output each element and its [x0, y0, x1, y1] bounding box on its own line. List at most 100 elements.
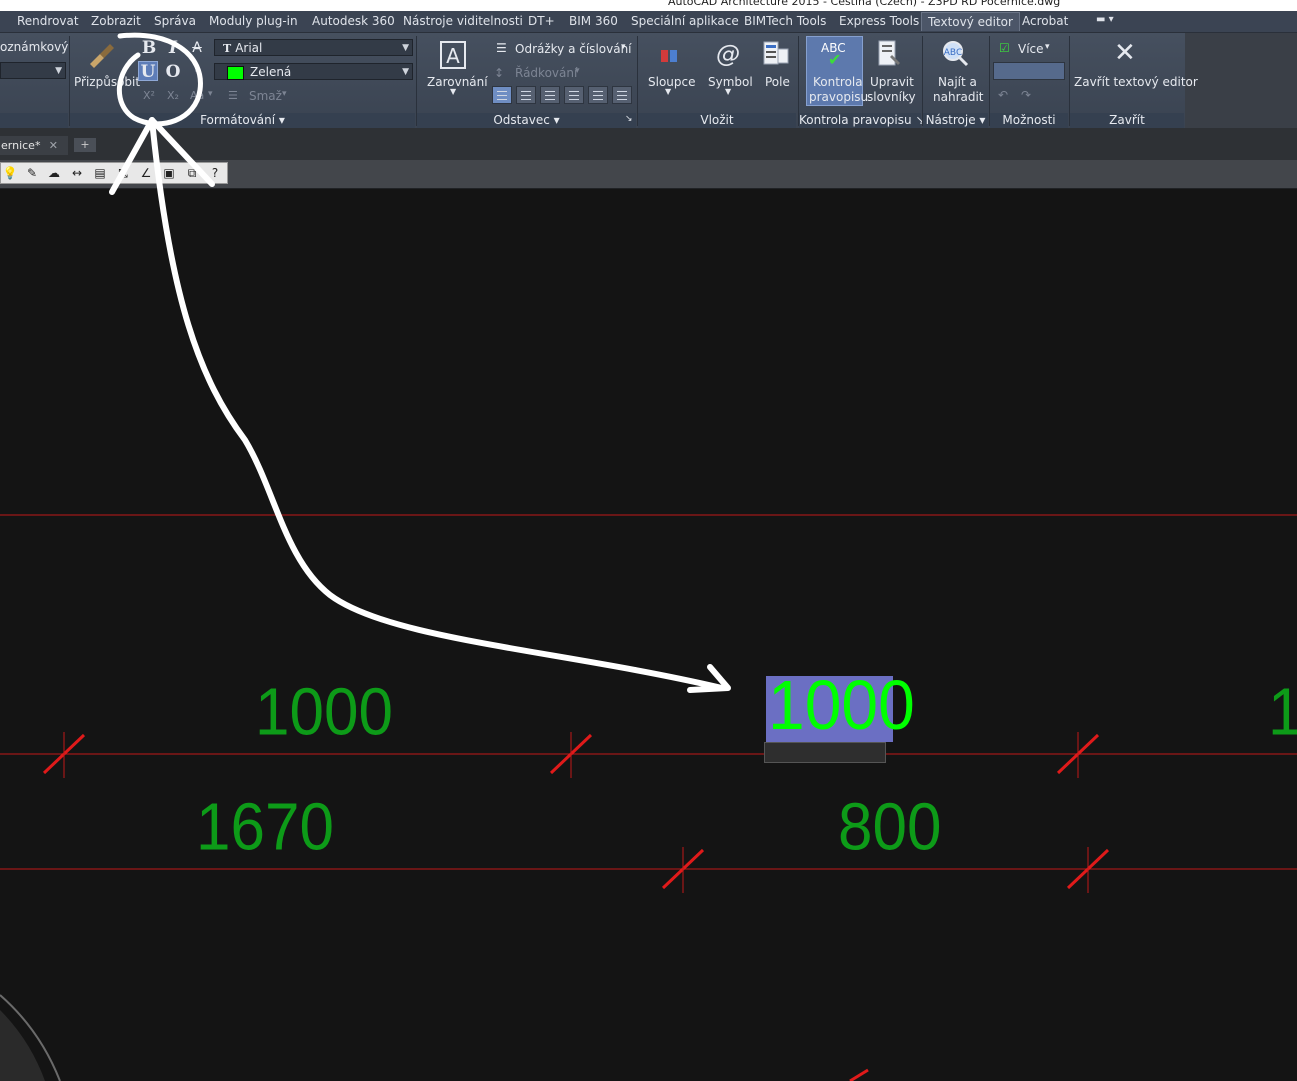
superscript-button[interactable]: X²: [143, 89, 155, 102]
justification-icon[interactable]: A: [439, 40, 467, 70]
align-justify-icon[interactable]: [588, 86, 608, 104]
tools-panel-label[interactable]: Nástroje ▾: [923, 113, 988, 128]
line-spacing-dropdown-icon[interactable]: ▾: [575, 66, 580, 76]
bullets-dropdown-icon[interactable]: ▾: [621, 42, 626, 52]
window-title: AutoCAD Architecture 2015 - Čeština (Cze…: [668, 0, 1061, 8]
oblique-icon[interactable]: ᵃ: [187, 62, 207, 82]
tab-express-tools[interactable]: Express Tools: [839, 14, 919, 28]
tab-rendrovat[interactable]: Rendrovat: [17, 14, 79, 28]
columns-icon[interactable]: [658, 42, 680, 68]
document-tab-label: ernice*: [1, 139, 41, 152]
field-icon[interactable]: [762, 39, 790, 69]
ribbon-toggle-icon[interactable]: ▬ ▾: [1096, 14, 1114, 25]
bold-button[interactable]: B: [139, 38, 159, 58]
columns-dropdown-icon[interactable]: ▼: [665, 87, 671, 96]
more-options-icon[interactable]: ☑: [999, 41, 1010, 55]
justification-button[interactable]: Zarovnání: [427, 75, 488, 89]
find-replace-icon[interactable]: ABC: [940, 39, 970, 69]
drawing-canvas[interactable]: [0, 189, 1297, 1081]
change-case-button[interactable]: Aa: [190, 89, 204, 102]
dimension-text[interactable]: 800: [838, 794, 941, 862]
more-options-button[interactable]: Více: [1018, 42, 1044, 56]
tab-autodesk-360[interactable]: Autodesk 360: [312, 14, 395, 28]
cloud-icon[interactable]: ☁: [46, 165, 62, 181]
edit-dictionaries-label-2[interactable]: slovníky: [867, 90, 916, 104]
paragraph-panel-label[interactable]: Odstavec ▾: [417, 113, 636, 128]
tab-dt-plus[interactable]: DT+: [528, 14, 555, 28]
wand-icon[interactable]: ✎: [24, 165, 40, 181]
find-replace-label-2[interactable]: nahradit: [933, 90, 984, 104]
tab-zobrazit[interactable]: Zobrazit: [91, 14, 141, 28]
field-button[interactable]: Pole: [765, 75, 790, 89]
edit-dictionaries-label-1[interactable]: Upravit: [870, 75, 914, 89]
columns-button[interactable]: Sloupce: [648, 75, 696, 89]
dimension-text[interactable]: 1000: [255, 679, 393, 747]
font-combo[interactable]: T Arial ▼: [214, 39, 413, 56]
ruler-button[interactable]: [993, 62, 1065, 80]
tab-specialni-aplikace[interactable]: Speciální aplikace: [631, 14, 739, 28]
mtext-editor-frame[interactable]: [764, 742, 886, 763]
dimension-icon[interactable]: ↔: [69, 165, 85, 181]
dimension-text[interactable]: 1: [1268, 679, 1297, 747]
style-panel-label: [0, 113, 68, 128]
edit-dictionaries-icon[interactable]: [876, 39, 902, 69]
spell-check-panel-label[interactable]: Kontrola pravopisu ↘: [799, 113, 925, 128]
color-value: Zelená: [250, 65, 292, 79]
text-height-combo[interactable]: ▼: [0, 62, 66, 79]
scale-icon[interactable]: ⤡: [115, 165, 131, 181]
match-formatting-label[interactable]: Přizpůsobit: [74, 75, 140, 89]
document-tab[interactable]: ernice* ✕: [0, 136, 68, 155]
align-right-icon[interactable]: [564, 86, 584, 104]
clear-dropdown-icon[interactable]: ▾: [282, 89, 287, 99]
mtext-editor-text[interactable]: 1000: [768, 670, 915, 739]
light-bulb-icon[interactable]: 💡: [2, 165, 18, 181]
symbol-icon[interactable]: @: [716, 40, 740, 68]
redo-icon[interactable]: ↷: [1021, 88, 1031, 102]
help-icon[interactable]: ?: [207, 165, 223, 181]
match-brush-icon[interactable]: [86, 40, 120, 68]
underline-button[interactable]: U: [138, 61, 158, 82]
new-tab-icon[interactable]: +: [74, 138, 96, 152]
layers-icon[interactable]: ▣: [161, 165, 177, 181]
clipboard-icon[interactable]: ▤: [92, 165, 108, 181]
line-spacing-icon[interactable]: ↕: [494, 66, 504, 80]
clear-formatting-button[interactable]: Smaž: [249, 89, 282, 103]
undo-icon[interactable]: ↶: [998, 88, 1008, 102]
paragraph-dialog-launcher-icon[interactable]: ↘: [625, 114, 633, 124]
bullets-button[interactable]: Odrážky a číslování: [515, 42, 632, 56]
tab-moduly-plug-in[interactable]: Moduly plug-in: [209, 14, 298, 28]
close-text-editor-button[interactable]: Zavřít textový editor: [1074, 75, 1198, 89]
color-combo[interactable]: Zelená ▼: [214, 63, 413, 80]
tab-bim-360[interactable]: BIM 360: [569, 14, 618, 28]
truetype-font-icon: T: [223, 42, 232, 55]
align-distribute-icon[interactable]: [612, 86, 632, 104]
strikethrough-button[interactable]: A: [187, 38, 207, 58]
tab-textovy-editor[interactable]: Textový editor: [921, 12, 1020, 31]
overline-button[interactable]: O: [163, 62, 183, 82]
italic-button[interactable]: I: [163, 38, 183, 58]
subscript-button[interactable]: X₂: [167, 89, 179, 102]
formatting-panel-label[interactable]: Formátování ▾: [70, 113, 415, 128]
line-spacing-button[interactable]: Řádkování: [515, 66, 577, 80]
tab-sprava[interactable]: Správa: [154, 14, 196, 28]
justification-dropdown-icon[interactable]: ▼: [450, 87, 456, 96]
symbol-dropdown-icon[interactable]: ▼: [725, 87, 731, 96]
align-left-icon[interactable]: [516, 86, 536, 104]
find-replace-label-1[interactable]: Najít a: [938, 75, 977, 89]
svg-text:A: A: [446, 44, 460, 68]
change-case-dropdown-icon[interactable]: ▾: [208, 89, 213, 99]
angle-icon[interactable]: ∠: [138, 165, 154, 181]
dimension-text[interactable]: 1670: [196, 794, 334, 862]
close-tab-icon[interactable]: ✕: [49, 136, 58, 155]
bullets-icon[interactable]: ☰: [496, 41, 507, 55]
arrange-icon[interactable]: ⧉: [184, 165, 200, 181]
tab-nastroje-viditelnosti[interactable]: Nástroje viditelnosti: [403, 14, 523, 28]
tab-bimtech-tools[interactable]: BIMTech Tools: [744, 14, 826, 28]
color-swatch: [227, 65, 244, 80]
tab-acrobat[interactable]: Acrobat: [1022, 14, 1068, 28]
more-options-dropdown-icon[interactable]: ▾: [1045, 42, 1050, 52]
clear-formatting-icon[interactable]: ☰: [228, 89, 238, 102]
close-icon[interactable]: ✕: [1114, 38, 1136, 68]
align-default-icon[interactable]: [492, 86, 512, 104]
align-center-icon[interactable]: [540, 86, 560, 104]
